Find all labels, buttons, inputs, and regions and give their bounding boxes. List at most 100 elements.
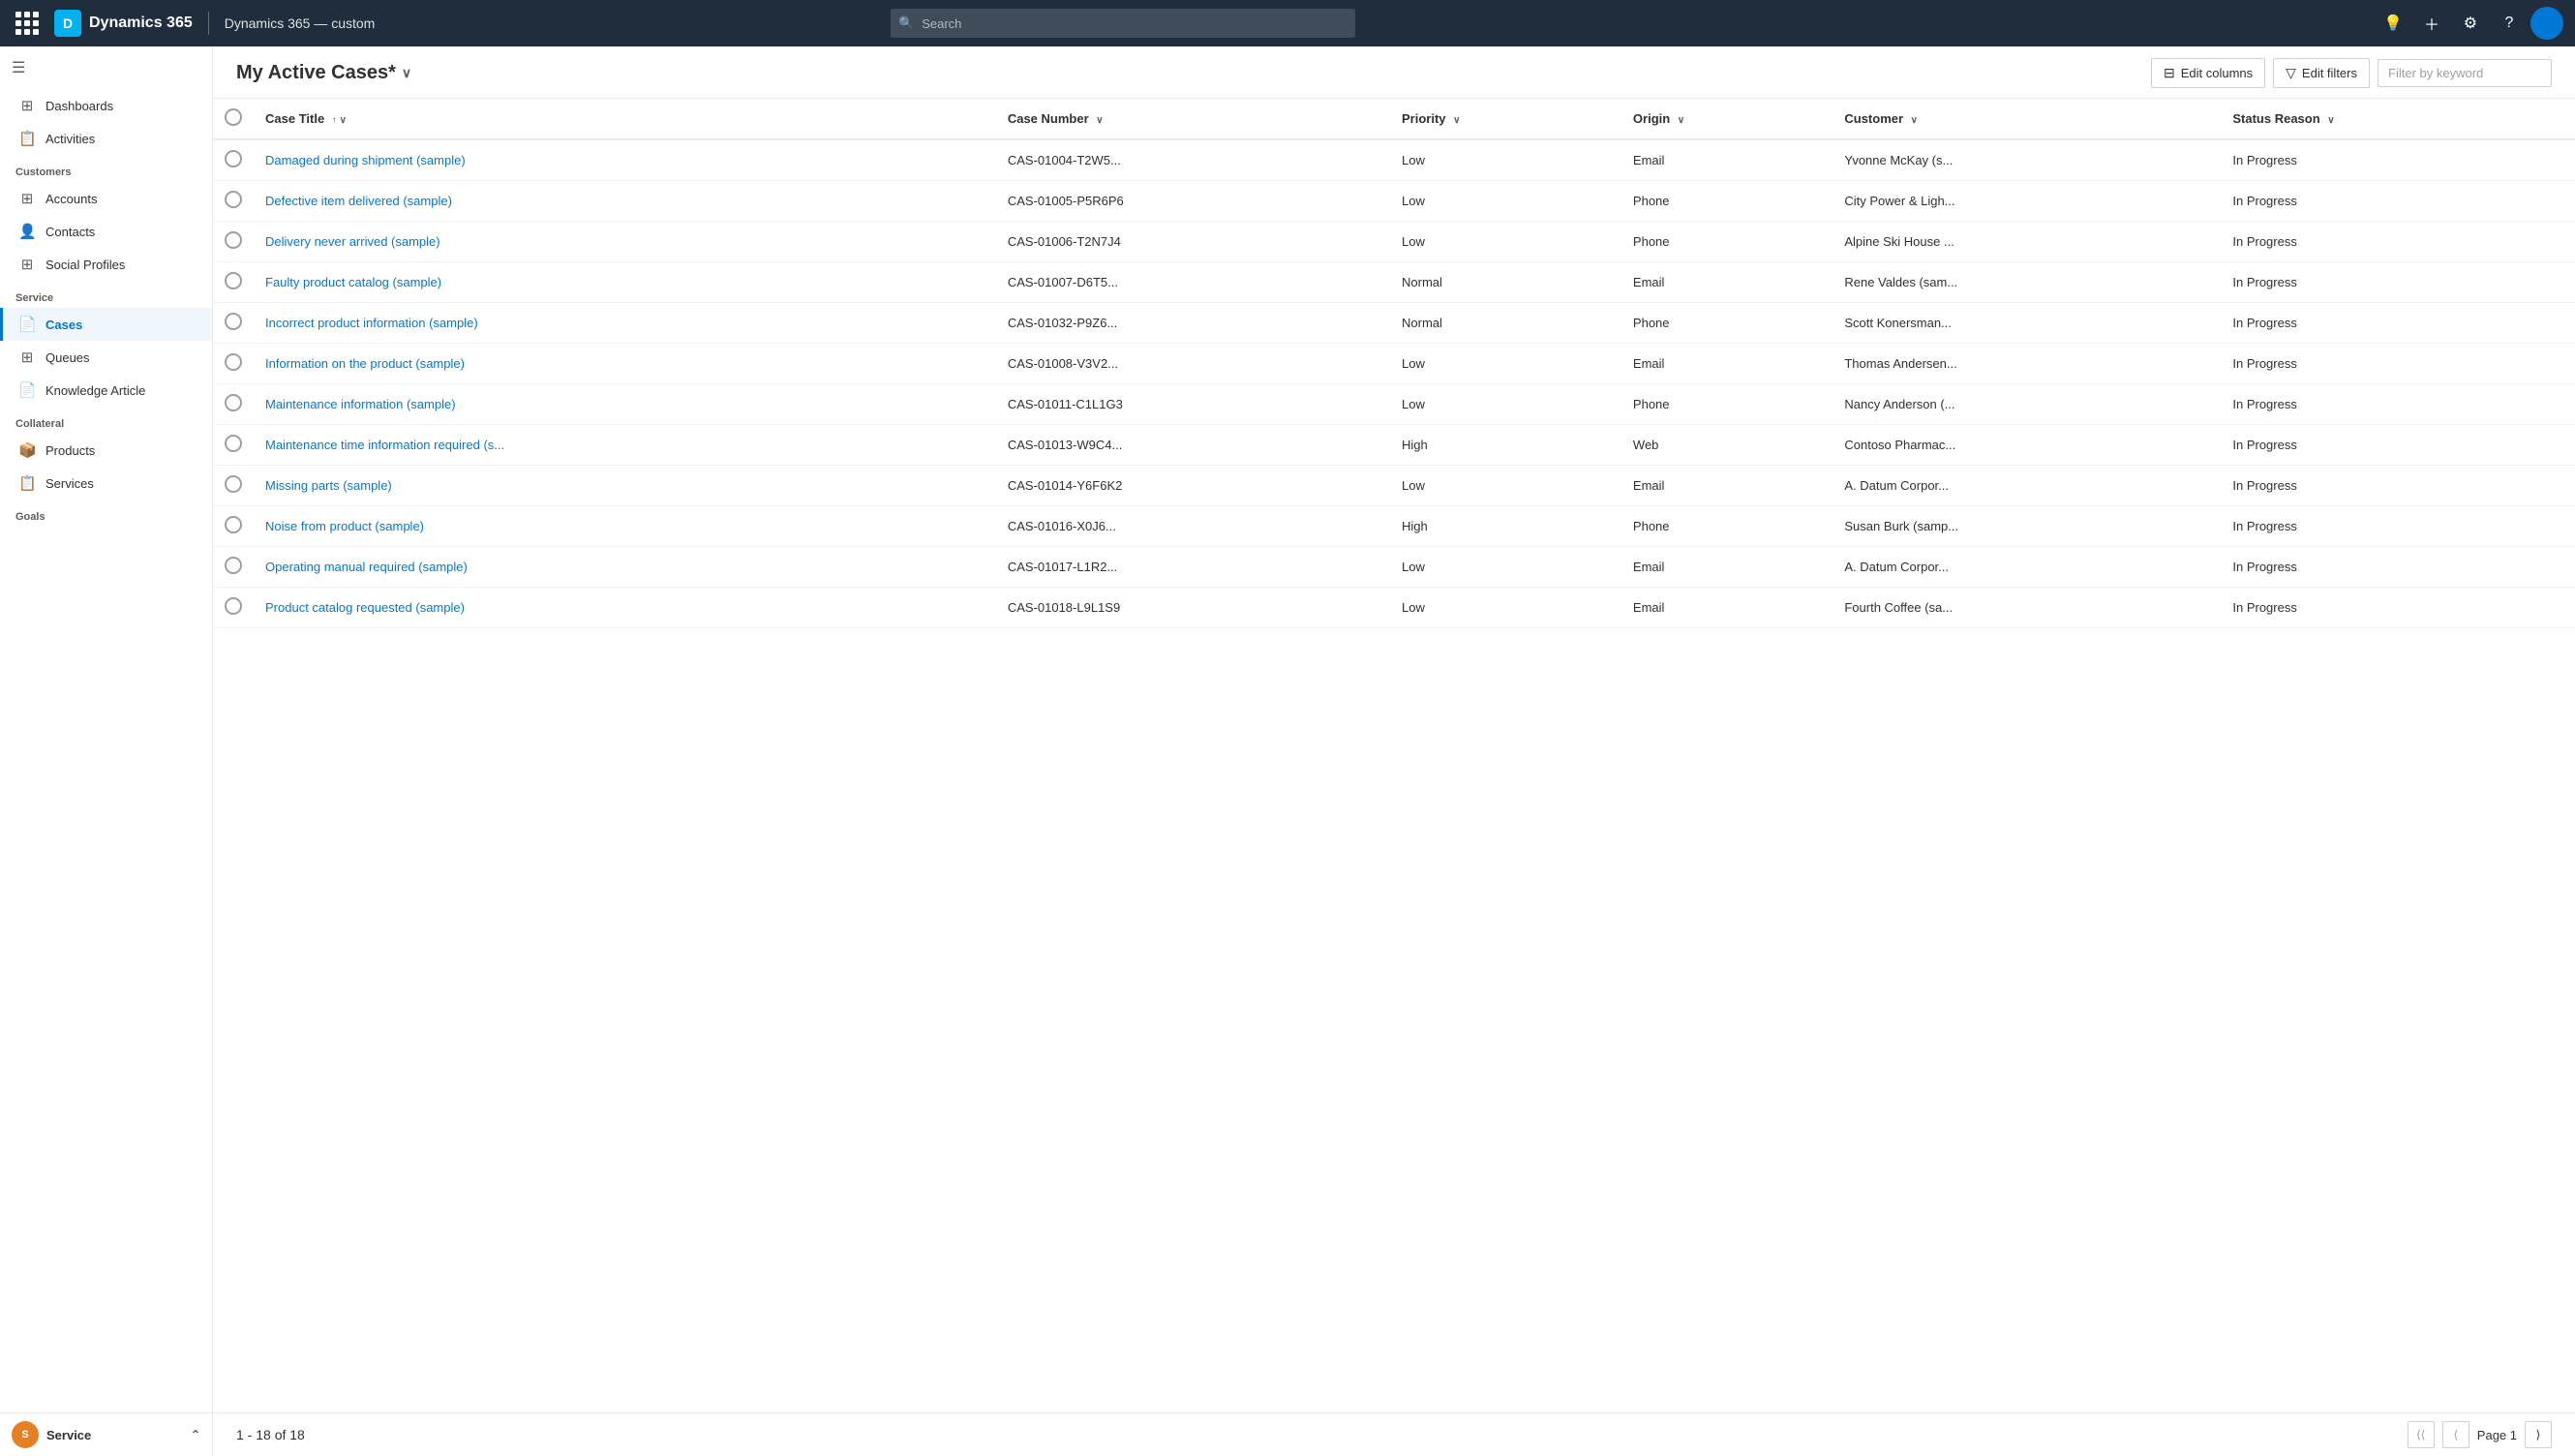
case-title-cell[interactable]: Faulty product catalog (sample) xyxy=(254,262,996,303)
table-row[interactable]: Operating manual required (sample) CAS-0… xyxy=(213,547,2575,588)
sidebar-item-knowledge-article[interactable]: 📄 Knowledge Article xyxy=(0,374,212,407)
case-title-cell[interactable]: Delivery never arrived (sample) xyxy=(254,222,996,262)
case-number-column-header[interactable]: Case Number ∨ xyxy=(996,99,1390,139)
knowledge-article-icon: 📄 xyxy=(18,381,36,399)
row-checkbox-cell[interactable] xyxy=(213,547,254,588)
customer-column-header[interactable]: Customer ∨ xyxy=(1833,99,2221,139)
table-row[interactable]: Faulty product catalog (sample) CAS-0100… xyxy=(213,262,2575,303)
row-checkbox[interactable] xyxy=(225,353,242,371)
row-checkbox-cell[interactable] xyxy=(213,588,254,628)
status-reason-cell: In Progress xyxy=(2221,425,2575,466)
row-checkbox[interactable] xyxy=(225,394,242,411)
row-checkbox-cell[interactable] xyxy=(213,262,254,303)
origin-cell: Email xyxy=(1621,262,1833,303)
case-title-cell[interactable]: Noise from product (sample) xyxy=(254,506,996,547)
case-number-cell: CAS-01013-W9C4... xyxy=(996,425,1390,466)
table-row[interactable]: Damaged during shipment (sample) CAS-010… xyxy=(213,139,2575,181)
footer-chevron-icon[interactable]: ⌃ xyxy=(191,1428,200,1441)
next-page-button[interactable]: ⟩ xyxy=(2525,1421,2552,1448)
case-title-cell[interactable]: Defective item delivered (sample) xyxy=(254,181,996,222)
table-row[interactable]: Defective item delivered (sample) CAS-01… xyxy=(213,181,2575,222)
sidebar-item-label: Services xyxy=(45,476,94,491)
table-row[interactable]: Missing parts (sample) CAS-01014-Y6F6K2 … xyxy=(213,466,2575,506)
user-avatar[interactable] xyxy=(2530,7,2563,40)
table-row[interactable]: Delivery never arrived (sample) CAS-0100… xyxy=(213,222,2575,262)
select-all-checkbox-header[interactable] xyxy=(213,99,254,139)
help-button[interactable]: ? xyxy=(2492,6,2527,41)
table-row[interactable]: Maintenance time information required (s… xyxy=(213,425,2575,466)
row-checkbox-cell[interactable] xyxy=(213,181,254,222)
case-title-cell[interactable]: Incorrect product information (sample) xyxy=(254,303,996,344)
case-title-cell[interactable]: Maintenance information (sample) xyxy=(254,384,996,425)
first-page-button[interactable]: ⟨⟨ xyxy=(2408,1421,2435,1448)
waffle-menu-button[interactable] xyxy=(12,8,43,39)
customer-sort-icon: ∨ xyxy=(1911,115,1918,126)
edit-filters-label: Edit filters xyxy=(2302,66,2357,80)
table-row[interactable]: Noise from product (sample) CAS-01016-X0… xyxy=(213,506,2575,547)
sidebar-item-social-profiles[interactable]: ⊞ Social Profiles xyxy=(0,248,212,281)
priority-cell: Low xyxy=(1390,139,1621,181)
service-section-label: Service xyxy=(0,281,212,308)
priority-cell: High xyxy=(1390,425,1621,466)
sidebar-item-dashboards[interactable]: ⊞ Dashboards xyxy=(0,89,212,122)
sidebar-item-activities[interactable]: 📋 Activities xyxy=(0,122,212,155)
row-checkbox-cell[interactable] xyxy=(213,425,254,466)
row-checkbox[interactable] xyxy=(225,475,242,493)
row-checkbox[interactable] xyxy=(225,191,242,208)
edit-columns-button[interactable]: ⊟ Edit columns xyxy=(2151,58,2265,88)
case-title-cell[interactable]: Product catalog requested (sample) xyxy=(254,588,996,628)
view-title-chevron-icon[interactable]: ∨ xyxy=(402,65,411,81)
row-checkbox-cell[interactable] xyxy=(213,384,254,425)
row-checkbox[interactable] xyxy=(225,313,242,330)
case-title-cell[interactable]: Operating manual required (sample) xyxy=(254,547,996,588)
case-title-column-header[interactable]: Case Title ↑ ∨ xyxy=(254,99,996,139)
row-checkbox-cell[interactable] xyxy=(213,303,254,344)
case-title-cell[interactable]: Missing parts (sample) xyxy=(254,466,996,506)
table-row[interactable]: Information on the product (sample) CAS-… xyxy=(213,344,2575,384)
case-number-cell: CAS-01004-T2W5... xyxy=(996,139,1390,181)
row-checkbox[interactable] xyxy=(225,435,242,452)
case-title-cell[interactable]: Damaged during shipment (sample) xyxy=(254,139,996,181)
row-checkbox-cell[interactable] xyxy=(213,344,254,384)
sidebar-item-services[interactable]: 📋 Services xyxy=(0,467,212,500)
view-header-actions: ⊟ Edit columns ▽ Edit filters xyxy=(2151,58,2552,88)
sidebar-item-contacts[interactable]: 👤 Contacts xyxy=(0,215,212,248)
sidebar-item-queues[interactable]: ⊞ Queues xyxy=(0,341,212,374)
sidebar-item-products[interactable]: 📦 Products xyxy=(0,434,212,467)
row-checkbox[interactable] xyxy=(225,597,242,615)
table-row[interactable]: Maintenance information (sample) CAS-010… xyxy=(213,384,2575,425)
global-search-input[interactable] xyxy=(891,9,1355,38)
lightbulb-button[interactable]: 💡 xyxy=(2376,6,2410,41)
status-sort-icon: ∨ xyxy=(2327,115,2334,126)
row-checkbox[interactable] xyxy=(225,231,242,249)
settings-button[interactable]: ⚙ xyxy=(2453,6,2488,41)
sidebar-item-accounts[interactable]: ⊞ Accounts xyxy=(0,182,212,215)
row-checkbox-cell[interactable] xyxy=(213,466,254,506)
origin-cell: Phone xyxy=(1621,384,1833,425)
case-title-cell[interactable]: Information on the product (sample) xyxy=(254,344,996,384)
row-checkbox[interactable] xyxy=(225,557,242,574)
sidebar-item-cases[interactable]: 📄 Cases xyxy=(0,308,212,341)
status-reason-column-header[interactable]: Status Reason ∨ xyxy=(2221,99,2575,139)
new-record-button[interactable]: ＋ xyxy=(2414,6,2449,41)
filter-by-keyword-input[interactable] xyxy=(2378,59,2552,87)
row-checkbox-cell[interactable] xyxy=(213,139,254,181)
origin-column-header[interactable]: Origin ∨ xyxy=(1621,99,1833,139)
edit-filters-button[interactable]: ▽ Edit filters xyxy=(2273,58,2370,88)
row-checkbox-cell[interactable] xyxy=(213,506,254,547)
row-checkbox-cell[interactable] xyxy=(213,222,254,262)
row-checkbox[interactable] xyxy=(225,516,242,533)
row-checkbox[interactable] xyxy=(225,272,242,289)
prev-page-button[interactable]: ⟨ xyxy=(2442,1421,2469,1448)
case-title-cell[interactable]: Maintenance time information required (s… xyxy=(254,425,996,466)
sidebar-toggle-button[interactable]: ☰ xyxy=(0,46,212,89)
table-row[interactable]: Product catalog requested (sample) CAS-0… xyxy=(213,588,2575,628)
pagination-controls: ⟨⟨ ⟨ Page 1 ⟩ xyxy=(2408,1421,2552,1448)
priority-cell: Normal xyxy=(1390,262,1621,303)
table-row[interactable]: Incorrect product information (sample) C… xyxy=(213,303,2575,344)
row-checkbox[interactable] xyxy=(225,150,242,167)
select-all-checkbox[interactable] xyxy=(225,108,242,126)
status-reason-cell: In Progress xyxy=(2221,139,2575,181)
priority-column-header[interactable]: Priority ∨ xyxy=(1390,99,1621,139)
customer-cell: Susan Burk (samp... xyxy=(1833,506,2221,547)
